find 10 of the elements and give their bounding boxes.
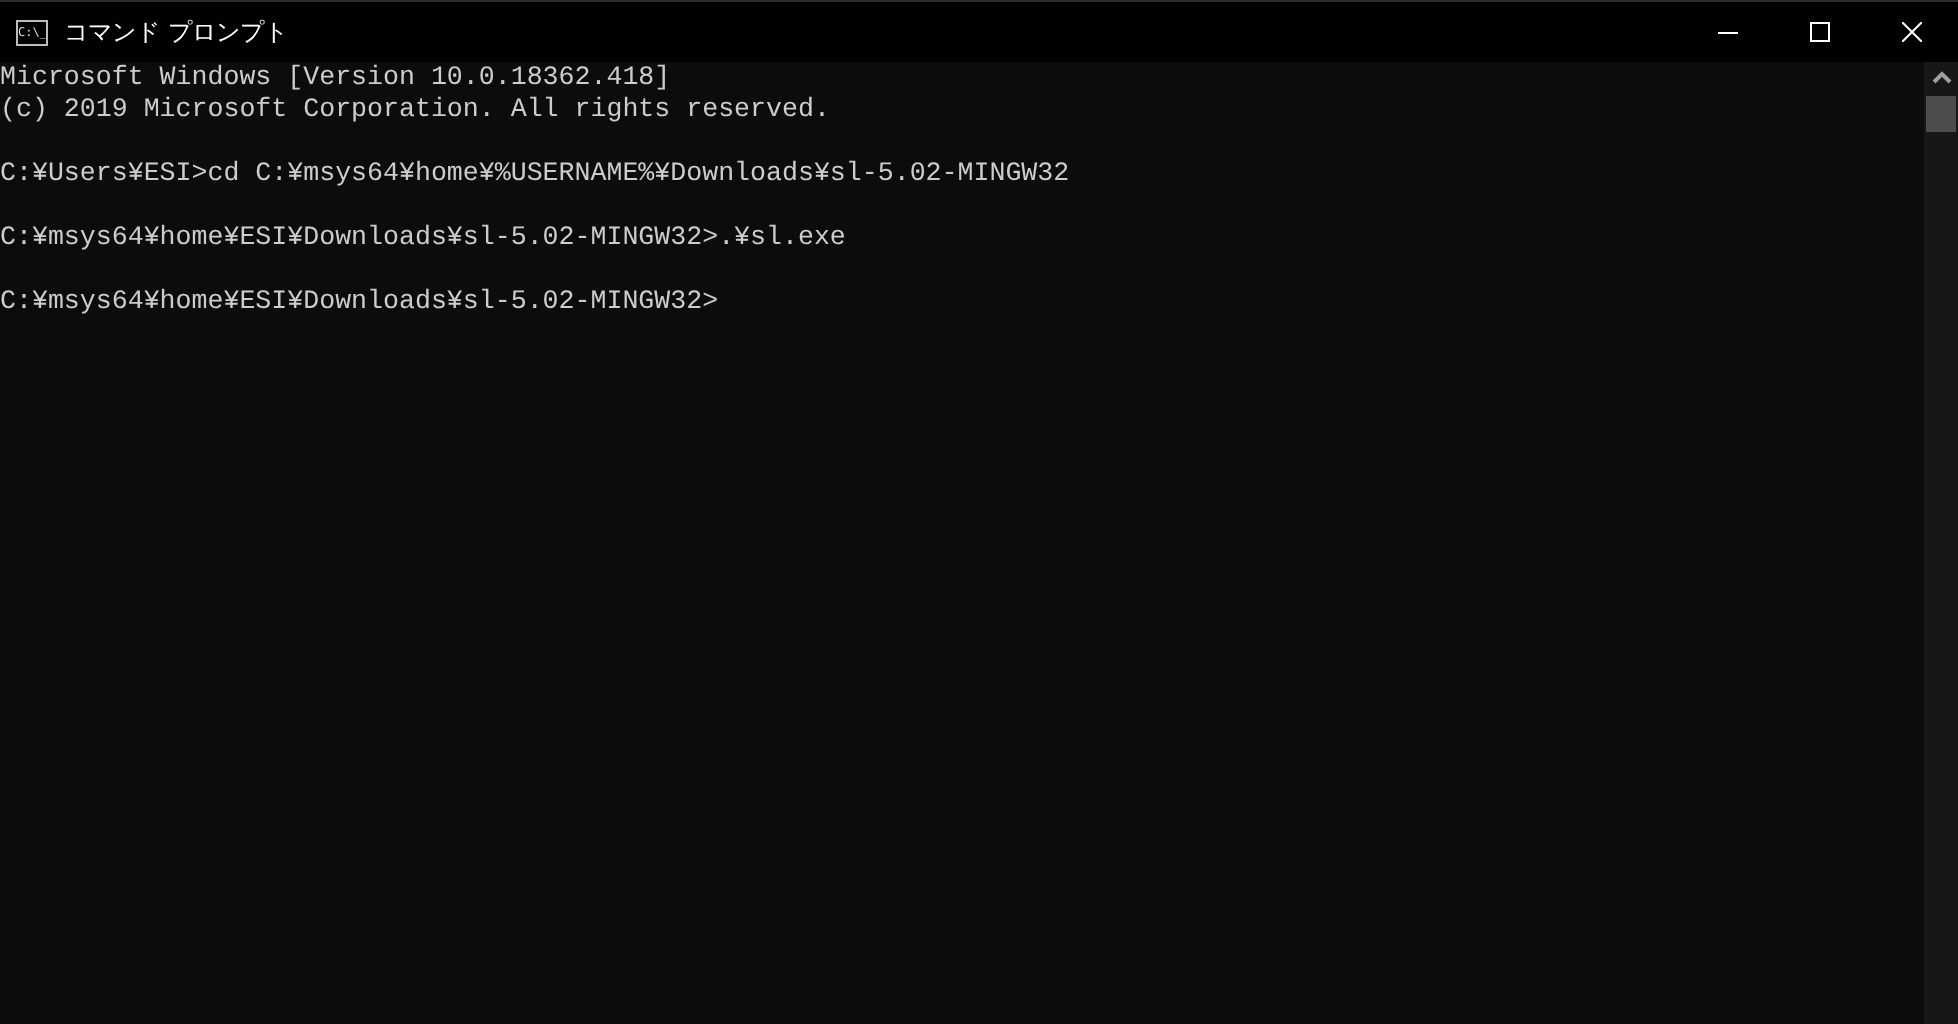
console-line: C:¥Users¥ESI>cd C:¥msys64¥home¥%USERNAME%¥Downloads¥sl-5.02-MINGW32	[0, 158, 1072, 190]
close-icon	[1902, 22, 1922, 42]
console-line: C:¥msys64¥home¥ESI¥Downloads¥sl-5.02-MINGW32>.¥sl.exe	[0, 222, 848, 254]
window-title: コマンド プロンプト	[64, 15, 288, 49]
scrollbar[interactable]	[1924, 62, 1958, 1024]
scrollbar-thumb[interactable]	[1926, 96, 1956, 132]
console-line: C:¥msys64¥home¥ESI¥Downloads¥sl-5.02-MINGW32>	[0, 286, 721, 318]
maximize-icon	[1810, 22, 1830, 42]
console-line: Microsoft Windows [Version 10.0.18362.418]	[0, 62, 673, 94]
console-line: (c) 2019 Microsoft Corporation. All rights reserved.	[0, 94, 832, 126]
